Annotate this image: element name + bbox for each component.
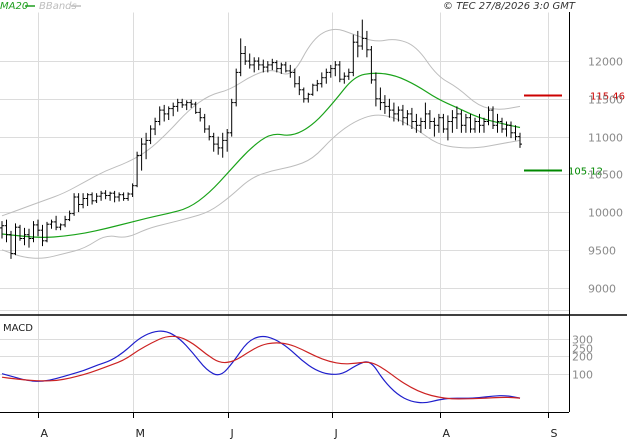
price-tick-label: 12000	[588, 56, 623, 69]
time-axis: AMJJAS	[38, 412, 558, 440]
stock-chart: 115.46105.12 120001150011000105001000095…	[0, 1, 627, 440]
month-label: J	[230, 427, 234, 440]
price-panel	[0, 12, 569, 314]
price-tick-label: 11000	[588, 132, 623, 145]
price-tick-label: 9000	[588, 283, 616, 296]
macd-title: MACD	[3, 323, 33, 334]
month-label: J	[334, 427, 338, 440]
macd-tick-label: 100	[572, 369, 593, 382]
macd-y-axis: 300250200100	[572, 334, 593, 382]
month-label: M	[136, 427, 146, 440]
month-label: A	[443, 427, 451, 440]
copyright-text: © TEC 27/8/2026 3:0 GMT	[443, 1, 576, 12]
price-tick-label: 9500	[588, 245, 616, 258]
price-tick-label: 10000	[588, 207, 623, 220]
month-label: S	[551, 427, 558, 440]
legend-ma20: MA20	[0, 1, 28, 12]
month-label: A	[41, 427, 49, 440]
legend: MA20 BBands	[0, 1, 81, 12]
price-tick-label: 10500	[588, 169, 623, 182]
price-tick-label: 11500	[588, 94, 623, 107]
macd-tick-label: 200	[572, 351, 593, 364]
